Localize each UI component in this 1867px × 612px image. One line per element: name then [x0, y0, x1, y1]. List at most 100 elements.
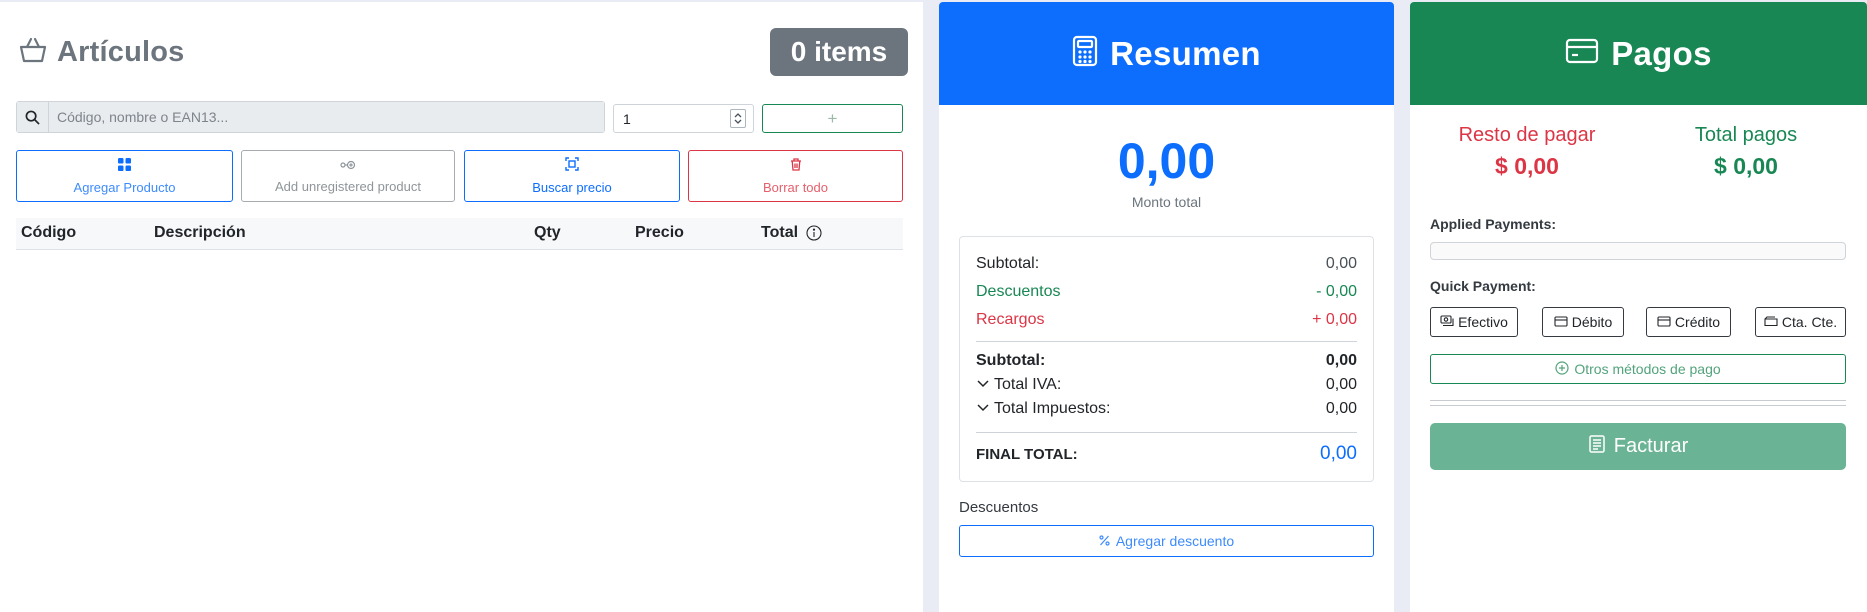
total-impuestos-row[interactable]: Total Impuestos: 0,00	[976, 400, 1357, 418]
credito-label: Crédito	[1674, 314, 1721, 330]
resumen-header: Resumen	[939, 2, 1394, 105]
total-impuestos-value: 0,00	[1325, 400, 1357, 417]
agregar-producto-label: Agregar Producto	[73, 179, 176, 195]
wallet-icon	[1764, 314, 1778, 330]
cash-icon	[1440, 314, 1454, 330]
subtotal2-value: 0,00	[1325, 352, 1357, 369]
receipt-icon	[1588, 434, 1606, 460]
subtotal2-row: Subtotal: 0,00	[976, 352, 1357, 370]
search-input[interactable]	[49, 102, 604, 132]
summary-box: Subtotal: 0,00 Descuentos - 0,00 Recargo…	[959, 236, 1374, 482]
tag-icon	[340, 158, 356, 173]
table-header: Código Descripción Qty Precio Total	[16, 218, 903, 250]
cta-cte-label: Cta. Cte.	[1781, 314, 1838, 330]
search-group	[16, 101, 605, 133]
basket-icon	[18, 36, 48, 69]
efectivo-button[interactable]: Efectivo	[1430, 307, 1518, 337]
total-iva-row[interactable]: Total IVA: 0,00	[976, 376, 1357, 394]
final-total-label: FINAL TOTAL:	[976, 445, 1078, 463]
facturar-label: Facturar	[1613, 435, 1689, 457]
descuentos-row: Descuentos - 0,00	[976, 283, 1357, 301]
total-pagos-label: Total pagos	[1694, 124, 1798, 146]
add-item-button[interactable]: +	[762, 104, 903, 133]
resto-de-pagar: Resto de pagar $ 0,00	[1422, 124, 1632, 180]
otros-metodos-button[interactable]: Otros métodos de pago	[1430, 354, 1846, 384]
buscar-precio-button[interactable]: Buscar precio	[464, 150, 680, 202]
resumen-panel: Resumen 0,00 Monto total Subtotal: 0,00 …	[939, 2, 1394, 612]
spinner-arrows-icon[interactable]	[730, 109, 746, 128]
divider	[976, 341, 1357, 342]
pagos-title: Pagos	[1611, 34, 1712, 72]
quick-payment-label: Quick Payment:	[1430, 278, 1536, 294]
articulos-panel: Artículos 0 items 1 + Agregar Producto A…	[0, 2, 923, 612]
descuentos-label: Descuentos	[976, 283, 1061, 300]
subtotal-label: Subtotal:	[976, 255, 1040, 272]
items-count-badge: 0 items	[770, 28, 908, 76]
chevron-down-icon	[976, 376, 990, 394]
add-unregistered-label: Add unregistered product	[275, 179, 421, 194]
descuentos-section-label: Descuentos	[959, 499, 1039, 516]
card-icon	[1657, 314, 1671, 330]
borrar-todo-label: Borrar todo	[762, 179, 829, 195]
pagos-panel: Pagos Resto de pagar $ 0,00 Total pagos …	[1410, 2, 1867, 612]
efectivo-label: Efectivo	[1458, 314, 1508, 330]
articulos-header: Artículos	[18, 36, 185, 69]
recargos-label: Recargos	[976, 311, 1045, 328]
facturar-button[interactable]: Facturar	[1430, 423, 1846, 470]
card-icon	[1554, 314, 1568, 330]
grid-icon	[118, 157, 131, 174]
credit-card-icon	[1565, 38, 1599, 69]
subtotal-row: Subtotal: 0,00	[976, 255, 1357, 273]
divider	[1430, 405, 1846, 406]
credito-button[interactable]: Crédito	[1646, 307, 1731, 337]
final-total-row: FINAL TOTAL: 0,00	[976, 443, 1357, 465]
col-qty: Qty	[534, 224, 561, 241]
agregar-producto-button[interactable]: Agregar Producto	[16, 150, 233, 202]
divider	[976, 432, 1357, 433]
resumen-title: Resumen	[1110, 34, 1261, 72]
recargos-row: Recargos + 0,00	[976, 311, 1357, 329]
resto-label: Resto de pagar	[1458, 124, 1596, 146]
quantity-stepper[interactable]: 1	[613, 104, 754, 133]
applied-payments-label: Applied Payments:	[1430, 216, 1557, 232]
col-codigo: Código	[21, 224, 77, 241]
total-pagos: Total pagos $ 0,00	[1646, 124, 1846, 180]
descuentos-value: - 0,00	[1316, 283, 1357, 300]
total-pagos-value: $ 0,00	[1714, 153, 1778, 179]
divider	[1430, 400, 1846, 401]
recargos-value: + 0,00	[1312, 311, 1357, 328]
borrar-todo-button[interactable]: Borrar todo	[688, 150, 903, 202]
search-icon	[17, 102, 49, 132]
trash-icon	[790, 157, 802, 174]
col-descripcion: Descripción	[154, 224, 246, 241]
monto-total-value: 0,00	[1117, 133, 1216, 189]
calculator-icon	[1072, 35, 1098, 72]
total-impuestos-label: Total Impuestos:	[994, 400, 1111, 417]
quantity-value: 1	[623, 110, 631, 127]
col-total: Total	[761, 224, 799, 241]
monto-total-label: Monto total	[1131, 194, 1202, 210]
chevron-down-icon	[976, 400, 990, 418]
applied-payments-list	[1430, 242, 1846, 260]
buscar-precio-label: Buscar precio	[532, 180, 612, 195]
agregar-descuento-button[interactable]: Agregar descuento	[959, 525, 1374, 557]
cta-cte-button[interactable]: Cta. Cte.	[1755, 307, 1846, 337]
final-total-value: 0,00	[1320, 443, 1357, 464]
total-iva-label: Total IVA:	[994, 376, 1062, 393]
subtotal2-label: Subtotal:	[976, 352, 1046, 369]
percent-icon	[1099, 533, 1110, 549]
agregar-descuento-label: Agregar descuento	[1115, 533, 1235, 549]
total-iva-value: 0,00	[1325, 376, 1357, 393]
articulos-title: Artículos	[57, 36, 185, 68]
pagos-header: Pagos	[1410, 2, 1867, 105]
otros-metodos-label: Otros métodos de pago	[1574, 361, 1721, 377]
resto-value: $ 0,00	[1495, 153, 1559, 179]
info-icon[interactable]	[806, 225, 822, 246]
col-precio: Precio	[635, 224, 684, 241]
debito-label: Débito	[1571, 314, 1613, 330]
scan-icon	[565, 157, 579, 174]
subtotal-value: 0,00	[1325, 255, 1357, 272]
plus-circle-icon	[1555, 360, 1569, 378]
debito-button[interactable]: Débito	[1542, 307, 1624, 337]
add-unregistered-product-button[interactable]: Add unregistered product	[241, 150, 455, 202]
